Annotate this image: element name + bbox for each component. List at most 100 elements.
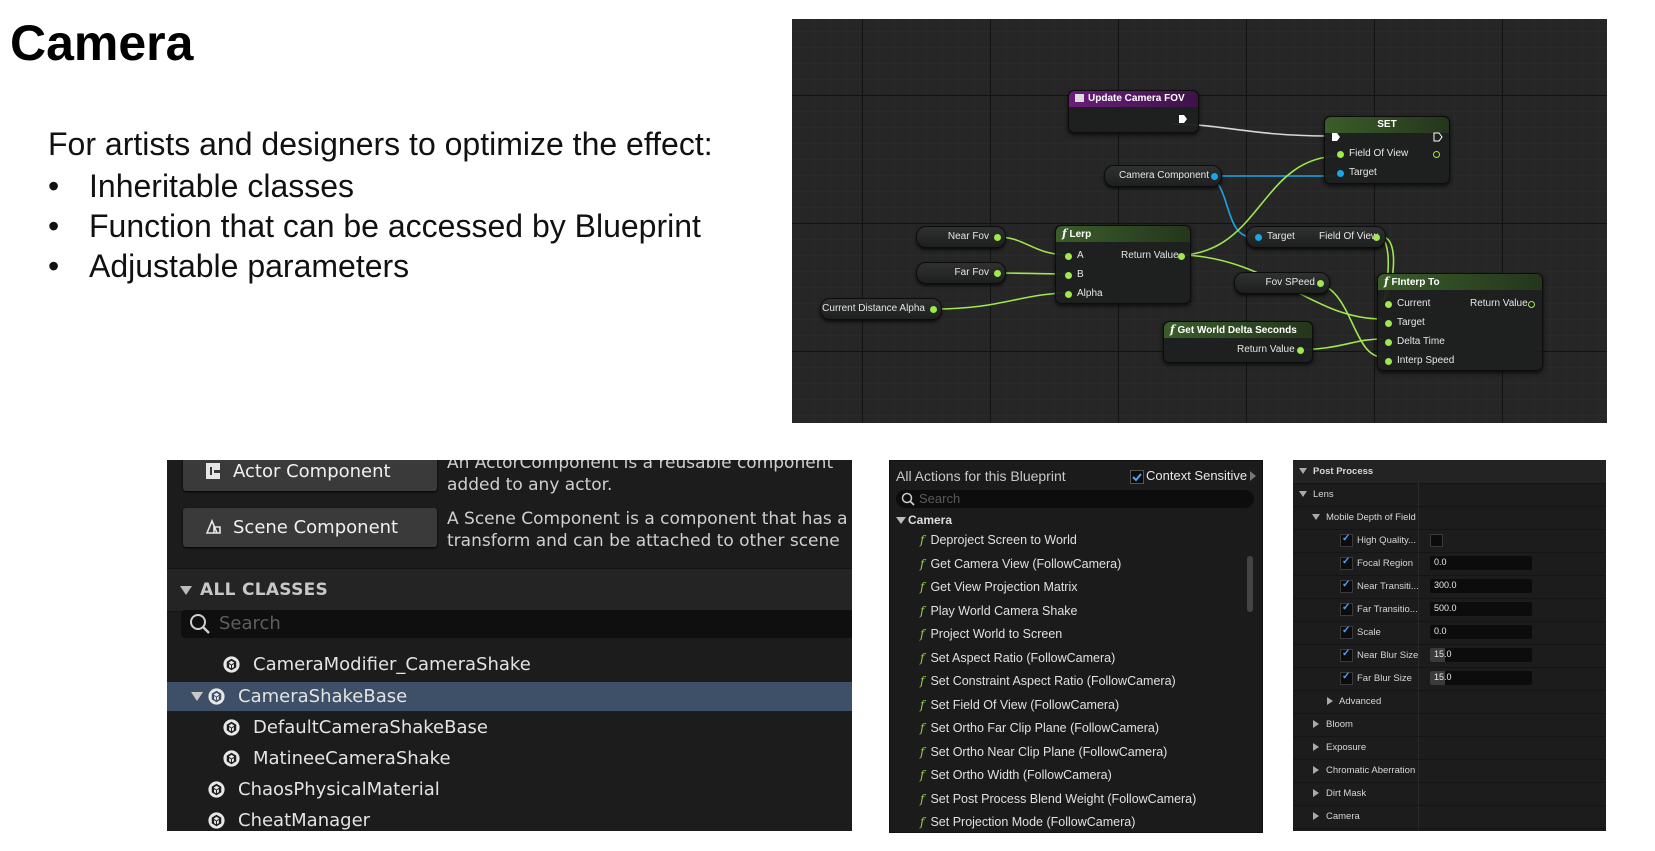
expand-arrow-icon: [1313, 766, 1319, 774]
property-row[interactable]: ✓ High Quality...: [1293, 529, 1606, 553]
pin-label: B: [1077, 269, 1084, 280]
override-checkbox[interactable]: ✓: [1340, 556, 1353, 570]
lerp-a-pin[interactable]: [1065, 253, 1072, 260]
near-fov-node[interactable]: Near Fov: [916, 226, 1006, 248]
action-item[interactable]: f Set Projection Mode (FollowCamera): [920, 815, 1135, 829]
post-process-header[interactable]: Post Process: [1293, 460, 1606, 484]
current-pin[interactable]: [1385, 301, 1392, 308]
action-item[interactable]: f Set Ortho Far Clip Plane (FollowCamera): [920, 721, 1159, 735]
lerp-node[interactable]: f Lerp A B Alpha Return Value: [1055, 225, 1191, 304]
property-row[interactable]: ✓ Near Transiti... 300.0: [1293, 575, 1606, 599]
lerp-return-pin[interactable]: [1178, 253, 1185, 260]
finterp-return-pin[interactable]: [1528, 301, 1535, 308]
lerp-b-pin[interactable]: [1065, 272, 1072, 279]
number-field[interactable]: 0.0: [1430, 556, 1532, 570]
far-fov-node[interactable]: Far Fov: [916, 262, 1006, 284]
field-of-view-pin[interactable]: [1373, 234, 1380, 241]
expand-arrow-icon[interactable]: [896, 517, 906, 525]
exposure-row[interactable]: Exposure: [1293, 736, 1606, 760]
expand-arrow-icon[interactable]: [191, 692, 203, 702]
lerp-alpha-pin[interactable]: [1065, 291, 1072, 298]
override-checkbox[interactable]: ✓: [1340, 579, 1353, 593]
actor-component-button[interactable]: Actor Component: [183, 460, 437, 491]
class-item[interactable]: MatineeCameraShake: [167, 744, 852, 773]
action-item[interactable]: f Project World to Screen: [920, 627, 1062, 641]
slider-field[interactable]: 15.0: [1430, 648, 1532, 662]
class-item[interactable]: DefaultCameraShakeBase: [167, 713, 852, 742]
class-item-selected[interactable]: CameraShakeBase: [167, 682, 852, 711]
action-item[interactable]: f Play World Camera Shake: [920, 604, 1078, 618]
property-row[interactable]: ✓ Far Transitio... 500.0: [1293, 598, 1606, 622]
current-distance-alpha-node[interactable]: Current Distance Alpha: [820, 298, 942, 320]
exec-pin-out[interactable]: [1178, 114, 1188, 124]
dirt-mask-row[interactable]: Dirt Mask: [1293, 782, 1606, 806]
far-fov-pin[interactable]: [994, 270, 1001, 277]
field-of-view-getter[interactable]: Target Field Of View: [1246, 226, 1386, 248]
target-pin[interactable]: [1337, 170, 1344, 177]
override-checkbox[interactable]: ✓: [1340, 648, 1353, 662]
number-field[interactable]: 500.0: [1430, 602, 1532, 616]
override-checkbox[interactable]: ✓: [1340, 602, 1353, 616]
set-node[interactable]: SET Field Of View Target: [1324, 116, 1450, 184]
action-item[interactable]: f Get View Projection Matrix: [920, 580, 1078, 594]
lens-row[interactable]: Lens: [1293, 483, 1606, 507]
update-camera-fov-node[interactable]: Update Camera FOV: [1068, 90, 1199, 133]
action-item[interactable]: f Get Camera View (FollowCamera): [920, 557, 1121, 571]
property-label: Far Blur Size: [1357, 673, 1412, 684]
blueprint-graph[interactable]: Update Camera FOV SET Field Of View Targ…: [792, 19, 1607, 423]
target-pin[interactable]: [1255, 234, 1262, 241]
action-item[interactable]: f Set Post Process Blend Weight (FollowCa…: [920, 792, 1196, 806]
action-item[interactable]: f Set Constraint Aspect Ratio (FollowCame…: [920, 674, 1176, 688]
exec-pin-in[interactable]: [1331, 132, 1341, 142]
all-classes-section[interactable]: ALL CLASSES: [167, 568, 852, 612]
variable-label: Near Fov: [947, 231, 989, 242]
override-checkbox[interactable]: ✓: [1340, 533, 1353, 547]
camera-row[interactable]: Camera: [1293, 805, 1606, 829]
context-sensitive-checkbox[interactable]: [1130, 470, 1144, 484]
get-world-delta-seconds-node[interactable]: f Get World Delta Seconds Return Value: [1163, 321, 1313, 363]
advanced-row[interactable]: Advanced: [1293, 690, 1606, 714]
number-field[interactable]: 300.0: [1430, 579, 1532, 593]
interp-speed-pin[interactable]: [1385, 358, 1392, 365]
fov-speed-pin[interactable]: [1317, 280, 1324, 287]
number-field[interactable]: 0.0: [1430, 625, 1532, 639]
camera-component-pin[interactable]: [1211, 173, 1218, 180]
delta-time-pin[interactable]: [1385, 339, 1392, 346]
target-pin[interactable]: [1385, 320, 1392, 327]
section-title: Post Process: [1313, 466, 1374, 477]
property-row[interactable]: ✓ Focal Region 0.0: [1293, 552, 1606, 576]
property-row[interactable]: ✓ Scale 0.0: [1293, 621, 1606, 645]
current-distance-alpha-pin[interactable]: [930, 306, 937, 313]
override-checkbox[interactable]: ✓: [1340, 625, 1353, 639]
chromatic-aberration-row[interactable]: Chromatic Aberration: [1293, 759, 1606, 783]
near-fov-pin[interactable]: [994, 234, 1001, 241]
exec-pin-out[interactable]: [1433, 132, 1443, 142]
class-item[interactable]: CheatManager: [167, 806, 852, 831]
action-search-input[interactable]: Search: [896, 490, 1254, 508]
high-quality-checkbox[interactable]: [1430, 534, 1443, 547]
scene-component-button[interactable]: Scene Component: [183, 508, 437, 547]
field-of-view-pin[interactable]: [1337, 151, 1344, 158]
property-row[interactable]: ✓ Far Blur Size 15.0: [1293, 667, 1606, 691]
action-item[interactable]: f Set Ortho Width (FollowCamera): [920, 768, 1112, 782]
finterp-to-node[interactable]: f FInterp To Current Target Delta Time I…: [1377, 273, 1543, 371]
class-item[interactable]: CameraModifier_CameraShake: [167, 650, 852, 679]
scrollbar-thumb[interactable]: [1247, 556, 1253, 612]
node-title: Update Camera FOV: [1088, 93, 1185, 104]
slider-field[interactable]: 15.0: [1430, 671, 1532, 685]
mobile-dof-row[interactable]: Mobile Depth of Field: [1293, 506, 1606, 530]
override-checkbox[interactable]: ✓: [1340, 671, 1353, 685]
property-row[interactable]: ✓ Near Blur Size 15.0: [1293, 644, 1606, 668]
function-icon: f: [920, 674, 925, 688]
bloom-row[interactable]: Bloom: [1293, 713, 1606, 737]
action-item[interactable]: f Set Field Of View (FollowCamera): [920, 698, 1119, 712]
delta-return-pin[interactable]: [1297, 347, 1304, 354]
camera-component-node[interactable]: Camera Component: [1104, 165, 1222, 187]
action-item[interactable]: f Set Ortho Near Clip Plane (FollowCamera…: [920, 745, 1167, 759]
class-item[interactable]: ChaosPhysicalMaterial: [167, 775, 852, 804]
action-item[interactable]: f Deproject Screen to World: [920, 533, 1077, 547]
field-of-view-out-pin[interactable]: [1433, 151, 1440, 158]
action-item[interactable]: f Set Aspect Ratio (FollowCamera): [920, 651, 1115, 665]
fov-speed-node[interactable]: Fov SPeed: [1234, 272, 1330, 294]
class-search-input[interactable]: Search: [181, 610, 852, 638]
